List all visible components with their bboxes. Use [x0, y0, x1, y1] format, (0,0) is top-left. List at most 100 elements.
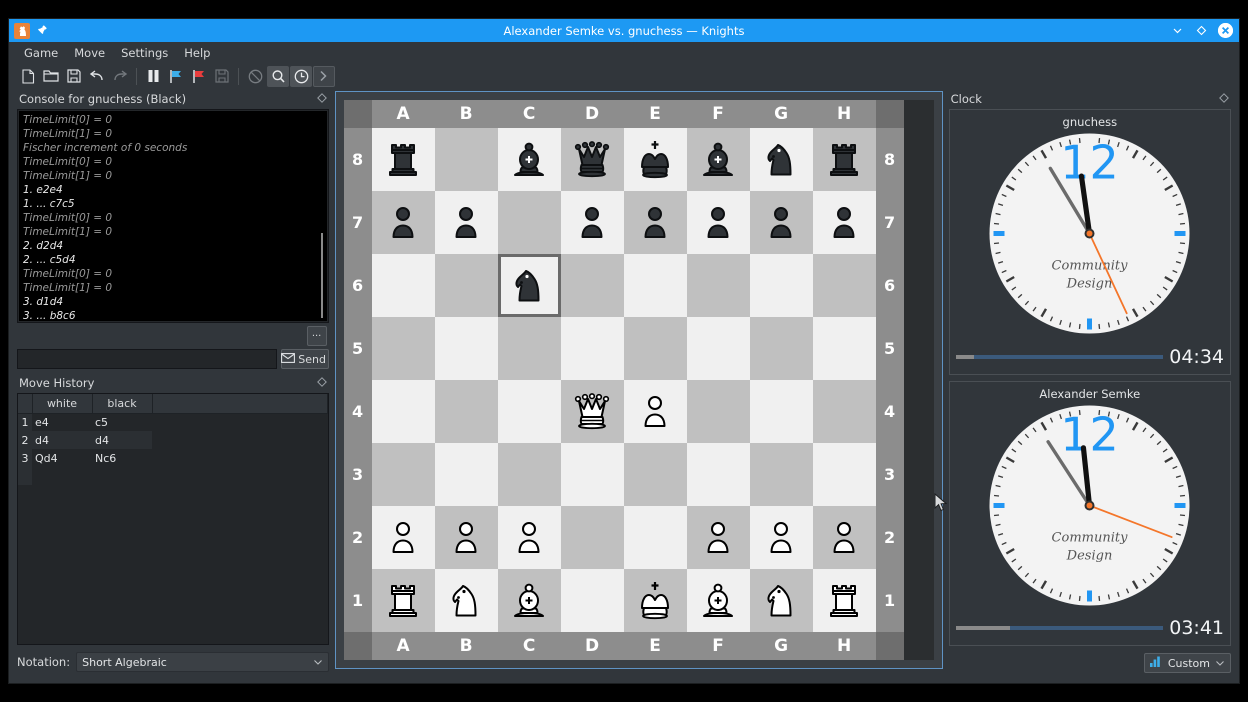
square-c6[interactable] [498, 254, 561, 317]
square-g6[interactable] [750, 254, 813, 317]
square-d6[interactable] [561, 254, 624, 317]
chess-board[interactable]: ABCDEFGH8 [335, 91, 943, 669]
square-c4[interactable] [498, 380, 561, 443]
board-grid[interactable]: ABCDEFGH8 [344, 100, 934, 660]
square-b7[interactable] [435, 191, 498, 254]
console-more-button[interactable]: ... [307, 326, 327, 346]
console-scrollbar[interactable] [318, 111, 327, 321]
square-a3[interactable] [372, 443, 435, 506]
square-c3[interactable] [498, 443, 561, 506]
chevron-down-icon[interactable] [1170, 23, 1185, 38]
square-e4[interactable] [624, 380, 687, 443]
column-header-spacer[interactable] [152, 394, 327, 413]
move-history-panel[interactable]: white black 1 e4 c5 2 [17, 393, 329, 645]
square-b3[interactable] [435, 443, 498, 506]
square-b8[interactable] [435, 128, 498, 191]
black-move[interactable]: d4 [92, 431, 152, 449]
square-a7[interactable] [372, 191, 435, 254]
black-move[interactable]: Nc6 [92, 449, 152, 467]
square-e7[interactable] [624, 191, 687, 254]
square-f1[interactable] [687, 569, 750, 632]
redo-icon[interactable] [109, 66, 131, 87]
square-h1[interactable] [813, 569, 876, 632]
save-game-icon[interactable] [63, 66, 85, 87]
square-d3[interactable] [561, 443, 624, 506]
square-h3[interactable] [813, 443, 876, 506]
new-game-icon[interactable] [17, 66, 39, 87]
magnifier-icon[interactable] [267, 66, 289, 87]
square-h7[interactable] [813, 191, 876, 254]
square-e6[interactable] [624, 254, 687, 317]
square-f4[interactable] [687, 380, 750, 443]
square-a8[interactable] [372, 128, 435, 191]
square-f8[interactable] [687, 128, 750, 191]
square-d7[interactable] [561, 191, 624, 254]
square-f6[interactable] [687, 254, 750, 317]
float-icon[interactable] [317, 93, 327, 106]
console-input[interactable] [17, 349, 277, 369]
float-icon[interactable] [317, 377, 327, 390]
white-move[interactable]: e4 [32, 413, 92, 431]
square-g5[interactable] [750, 317, 813, 380]
square-e3[interactable] [624, 443, 687, 506]
square-a2[interactable] [372, 506, 435, 569]
column-header-white[interactable]: white [32, 394, 92, 413]
pause-icon[interactable] [142, 66, 164, 87]
square-d8[interactable] [561, 128, 624, 191]
menu-move[interactable]: Move [67, 44, 112, 62]
square-c5[interactable] [498, 317, 561, 380]
square-g7[interactable] [750, 191, 813, 254]
red-flag-icon[interactable] [188, 66, 210, 87]
square-d4[interactable] [561, 380, 624, 443]
square-a5[interactable] [372, 317, 435, 380]
square-h8[interactable] [813, 128, 876, 191]
square-g3[interactable] [750, 443, 813, 506]
square-a6[interactable] [372, 254, 435, 317]
square-b5[interactable] [435, 317, 498, 380]
no-entry-icon[interactable] [244, 66, 266, 87]
white-move[interactable]: Qd4 [32, 449, 92, 467]
column-header-black[interactable]: black [92, 394, 152, 413]
menu-settings[interactable]: Settings [114, 44, 175, 62]
square-d1[interactable] [561, 569, 624, 632]
square-h6[interactable] [813, 254, 876, 317]
float-icon[interactable] [1219, 93, 1229, 106]
square-g1[interactable] [750, 569, 813, 632]
square-h4[interactable] [813, 380, 876, 443]
square-g2[interactable] [750, 506, 813, 569]
table-row[interactable]: 2 d4 d4 [18, 431, 327, 449]
table-row[interactable]: 3 Qd4 Nc6 [18, 449, 327, 467]
square-d5[interactable] [561, 317, 624, 380]
square-b2[interactable] [435, 506, 498, 569]
save-disk-icon[interactable] [211, 66, 233, 87]
square-a4[interactable] [372, 380, 435, 443]
table-row[interactable]: 1 e4 c5 [18, 413, 327, 431]
square-a1[interactable] [372, 569, 435, 632]
square-e8[interactable] [624, 128, 687, 191]
column-header-index[interactable] [18, 394, 32, 413]
open-game-icon[interactable] [40, 66, 62, 87]
square-f3[interactable] [687, 443, 750, 506]
square-b6[interactable] [435, 254, 498, 317]
square-e5[interactable] [624, 317, 687, 380]
square-e2[interactable] [624, 506, 687, 569]
close-icon[interactable] [1218, 23, 1233, 38]
square-f2[interactable] [687, 506, 750, 569]
black-move[interactable]: c5 [92, 413, 152, 431]
square-b1[interactable] [435, 569, 498, 632]
square-c1[interactable] [498, 569, 561, 632]
blue-flag-icon[interactable] [165, 66, 187, 87]
console-log[interactable]: TimeLimit[0] = 0 TimeLimit[1] = 0 Fische… [19, 111, 318, 321]
square-c8[interactable] [498, 128, 561, 191]
square-g4[interactable] [750, 380, 813, 443]
menu-help[interactable]: Help [177, 44, 217, 62]
white-move[interactable]: d4 [32, 431, 92, 449]
clock-icon[interactable] [290, 66, 312, 87]
undo-icon[interactable] [86, 66, 108, 87]
custom-theme-button[interactable]: Custom [1144, 653, 1231, 673]
square-e1[interactable] [624, 569, 687, 632]
square-f5[interactable] [687, 317, 750, 380]
diamond-icon[interactable] [1194, 23, 1209, 38]
square-g8[interactable] [750, 128, 813, 191]
console-scrollbar-thumb[interactable] [321, 233, 323, 318]
